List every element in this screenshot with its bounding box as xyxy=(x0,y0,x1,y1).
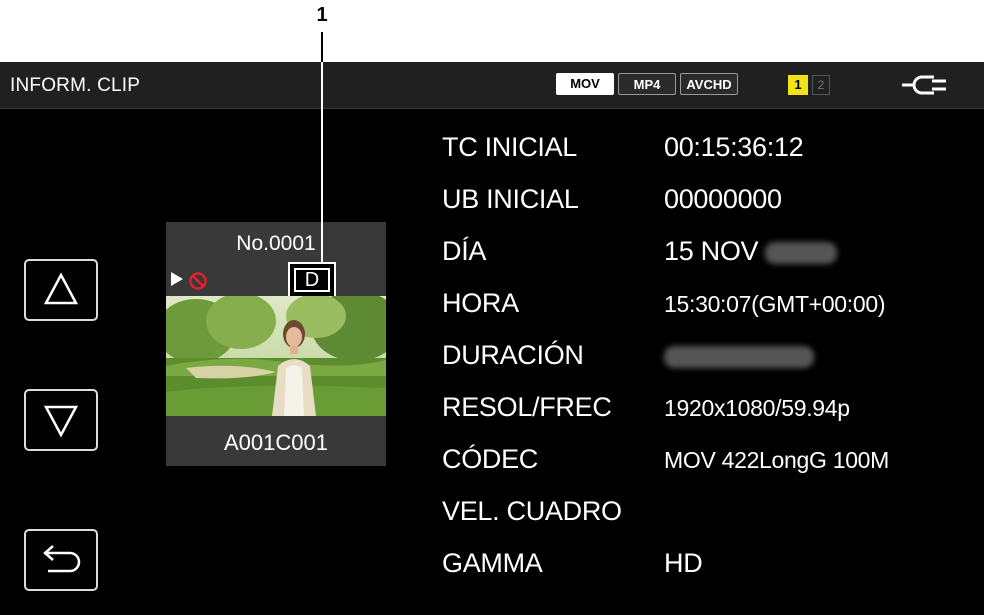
redacted-duration xyxy=(664,345,814,368)
clip-d-badge: D xyxy=(288,262,336,298)
clip-name: A001C001 xyxy=(224,430,328,455)
info-label-codec: CÓDEC xyxy=(442,444,539,474)
triangle-up-icon xyxy=(43,272,79,305)
info-value-tc-start: 00:15:36:12 xyxy=(664,132,804,162)
info-label-time: HORA xyxy=(442,288,519,318)
format-mp4-indicator: MP4 xyxy=(618,73,676,95)
format-avchd-indicator: AVCHD xyxy=(680,73,738,95)
info-label-frame-rate: VEL. CUADRO xyxy=(442,496,622,526)
info-value-codec: MOV 422LongG 100M xyxy=(664,447,890,473)
info-label-gamma: GAMMA xyxy=(442,548,543,578)
callout-leader-line-top xyxy=(321,32,323,62)
info-value-date: 15 NOV xyxy=(664,236,838,267)
info-value-resolution: 1920x1080/59.94p xyxy=(664,395,850,421)
info-label-resolution: RESOL/FREC xyxy=(442,392,612,422)
card-slot-2-indicator: 2 xyxy=(812,75,830,95)
return-arrow-icon xyxy=(43,545,81,573)
no-entry-icon xyxy=(189,272,207,290)
info-value-time: 15:30:07(GMT+00:00) xyxy=(664,291,886,317)
info-value-gamma: HD xyxy=(664,548,703,578)
info-label-date: DÍA xyxy=(442,236,487,266)
format-mov-indicator: MOV xyxy=(556,73,614,95)
triangle-down-icon xyxy=(43,405,79,438)
next-clip-button[interactable] xyxy=(24,389,98,451)
clip-thumbnail-panel: No.0001 D A001C001 xyxy=(166,222,386,466)
return-button[interactable] xyxy=(24,529,98,591)
redacted-year xyxy=(765,241,838,264)
top-bar: INFORM. CLIP MOV MP4 AVCHD 1 2 xyxy=(0,62,984,109)
clip-thumbnail-image xyxy=(166,296,386,416)
callout-leader-line xyxy=(321,62,323,264)
info-label-ub-start: UB INICIAL xyxy=(442,184,579,214)
card-slot-1-indicator: 1 xyxy=(788,75,808,95)
clip-info-screen: INFORM. CLIP MOV MP4 AVCHD 1 2 No.0001 D… xyxy=(0,62,984,615)
previous-clip-button[interactable] xyxy=(24,259,98,321)
info-label-duration: DURACIÓN xyxy=(442,340,584,370)
screen-title: INFORM. CLIP xyxy=(10,75,141,96)
callout-number: 1 xyxy=(316,4,328,26)
clip-number: No.0001 xyxy=(236,232,316,255)
ac-power-plug-icon xyxy=(902,75,946,95)
info-value-duration xyxy=(664,340,814,371)
info-value-ub-start: 00000000 xyxy=(664,184,782,214)
play-icon xyxy=(171,272,183,286)
info-label-tc-start: TC INICIAL xyxy=(442,132,578,162)
